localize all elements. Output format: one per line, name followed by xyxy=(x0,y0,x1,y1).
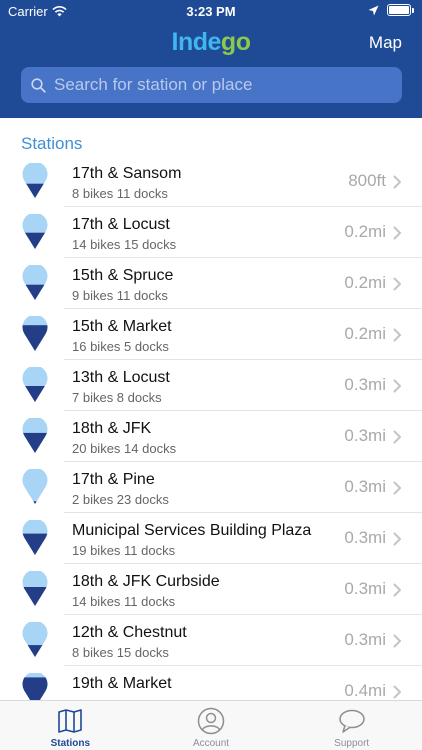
station-name: 17th & Pine xyxy=(72,471,155,488)
station-row[interactable]: 17th & Sansom 8 bikes 11 docks 800ft xyxy=(0,156,422,207)
station-row[interactable]: 15th & Market 16 bikes 5 docks 0.2mi xyxy=(0,309,422,360)
station-pin-icon xyxy=(22,214,48,249)
chevron-right-icon xyxy=(393,277,401,291)
station-bike-dock-counts: 7 bikes 8 docks xyxy=(72,390,162,405)
tab-label-account: Account xyxy=(192,738,230,749)
station-name: 12th & Chestnut xyxy=(72,624,187,641)
chevron-right-icon xyxy=(393,634,401,648)
status-indicators xyxy=(368,4,414,16)
station-row[interactable]: 18th & JFK 20 bikes 14 docks 0.3mi xyxy=(0,411,422,462)
station-pin-icon xyxy=(22,418,48,453)
battery-tip xyxy=(412,7,414,13)
battery-icon xyxy=(387,4,411,16)
station-row[interactable]: 13th & Locust 7 bikes 8 docks 0.3mi xyxy=(0,360,422,411)
chevron-right-icon xyxy=(393,481,401,495)
station-distance: 0.3mi xyxy=(344,426,386,445)
station-distance: 0.3mi xyxy=(344,579,386,598)
station-pin-icon xyxy=(22,571,48,606)
station-distance: 0.2mi xyxy=(344,324,386,343)
tab-stations[interactable]: Stations xyxy=(0,701,141,750)
chevron-right-icon xyxy=(393,430,401,444)
stations-section-title: Stations xyxy=(21,134,83,153)
chevron-right-icon xyxy=(393,583,401,597)
chevron-right-icon xyxy=(393,226,401,240)
station-pin-icon xyxy=(22,520,48,555)
chevron-right-icon xyxy=(393,685,401,699)
station-row[interactable]: 12th & Chestnut 8 bikes 15 docks 0.3mi xyxy=(0,615,422,666)
station-distance: 0.3mi xyxy=(344,528,386,547)
indego-logo: Indego xyxy=(0,28,422,57)
tab-support[interactable]: Support xyxy=(281,701,422,750)
station-distance: 0.3mi xyxy=(344,477,386,496)
station-name: 18th & JFK Curbside xyxy=(72,573,220,590)
tab-account[interactable]: Account xyxy=(141,701,282,750)
station-distance: 0.4mi xyxy=(344,681,386,700)
station-bike-dock-counts: 19 bikes 11 docks xyxy=(72,543,176,558)
station-name: 19th & Market xyxy=(72,675,172,692)
station-name: 15th & Spruce xyxy=(72,267,174,284)
station-bike-dock-counts: 9 bikes 11 docks xyxy=(72,288,168,303)
chevron-right-icon xyxy=(393,532,401,546)
station-row[interactable]: 15th & Spruce 9 bikes 11 docks 0.2mi xyxy=(0,258,422,309)
status-time: 3:23 PM xyxy=(186,4,236,19)
station-distance: 0.3mi xyxy=(344,375,386,394)
station-bike-dock-counts: 14 bikes 15 docks xyxy=(72,237,177,252)
station-name: 18th & JFK xyxy=(72,420,152,437)
station-bike-dock-counts: 8 bikes 15 docks xyxy=(72,645,169,660)
status-bar: Carrier 3:23 PM xyxy=(0,0,422,24)
search-input[interactable] xyxy=(54,75,384,95)
station-pin-icon xyxy=(22,622,48,657)
station-bike-dock-counts: 20 bikes 14 docks xyxy=(72,441,177,456)
station-name: 17th & Sansom xyxy=(72,165,182,182)
station-distance: 0.2mi xyxy=(344,273,386,292)
station-pin-icon xyxy=(22,316,48,351)
station-distance: 0.2mi xyxy=(344,222,386,241)
station-name: 15th & Market xyxy=(72,318,172,335)
station-list: 17th & Sansom 8 bikes 11 docks 800ft 17th &… xyxy=(0,156,422,717)
location-arrow-icon xyxy=(368,5,379,15)
station-name: Municipal Services Building Plaza xyxy=(72,522,312,539)
app-header: Carrier 3:23 PM Indego Map xyxy=(0,0,422,118)
tab-label-stations: Stations xyxy=(50,738,91,749)
chevron-right-icon xyxy=(393,175,401,189)
tab-bar: Stations Account Support xyxy=(0,700,422,750)
station-name: 13th & Locust xyxy=(72,369,170,386)
map-icon xyxy=(58,709,83,733)
station-pin-icon xyxy=(22,367,48,402)
chevron-right-icon xyxy=(393,328,401,342)
chevron-right-icon xyxy=(393,379,401,393)
logo-text-inde: Inde xyxy=(171,28,222,56)
station-pin-icon xyxy=(22,163,48,198)
station-pin-icon xyxy=(22,469,48,504)
search-icon xyxy=(31,77,46,93)
station-row[interactable]: 18th & JFK Curbside 14 bikes 11 docks 0.3m… xyxy=(0,564,422,615)
search-bar[interactable] xyxy=(21,67,402,103)
station-bike-dock-counts: 16 bikes 5 docks xyxy=(72,339,169,354)
station-bike-dock-counts: 14 bikes 11 docks xyxy=(72,594,176,609)
station-row[interactable]: Municipal Services Building Plaza 19 bike… xyxy=(0,513,422,564)
chat-bubble-icon xyxy=(338,709,365,733)
station-row[interactable]: 17th & Pine 2 bikes 23 docks 0.3mi xyxy=(0,462,422,513)
person-icon xyxy=(197,707,225,735)
station-bike-dock-counts: 8 bikes 11 docks xyxy=(72,186,168,201)
station-distance: 800ft xyxy=(348,171,386,190)
station-pin-icon xyxy=(22,265,48,300)
station-bike-dock-counts: 2 bikes 23 docks xyxy=(72,492,169,507)
station-row[interactable]: 17th & Locust 14 bikes 15 docks 0.2mi xyxy=(0,207,422,258)
tab-label-support: Support xyxy=(334,738,370,749)
station-distance: 0.3mi xyxy=(344,630,386,649)
logo-text-go: go xyxy=(220,28,251,56)
station-name: 17th & Locust xyxy=(72,216,170,233)
map-button[interactable]: Map xyxy=(369,33,402,53)
